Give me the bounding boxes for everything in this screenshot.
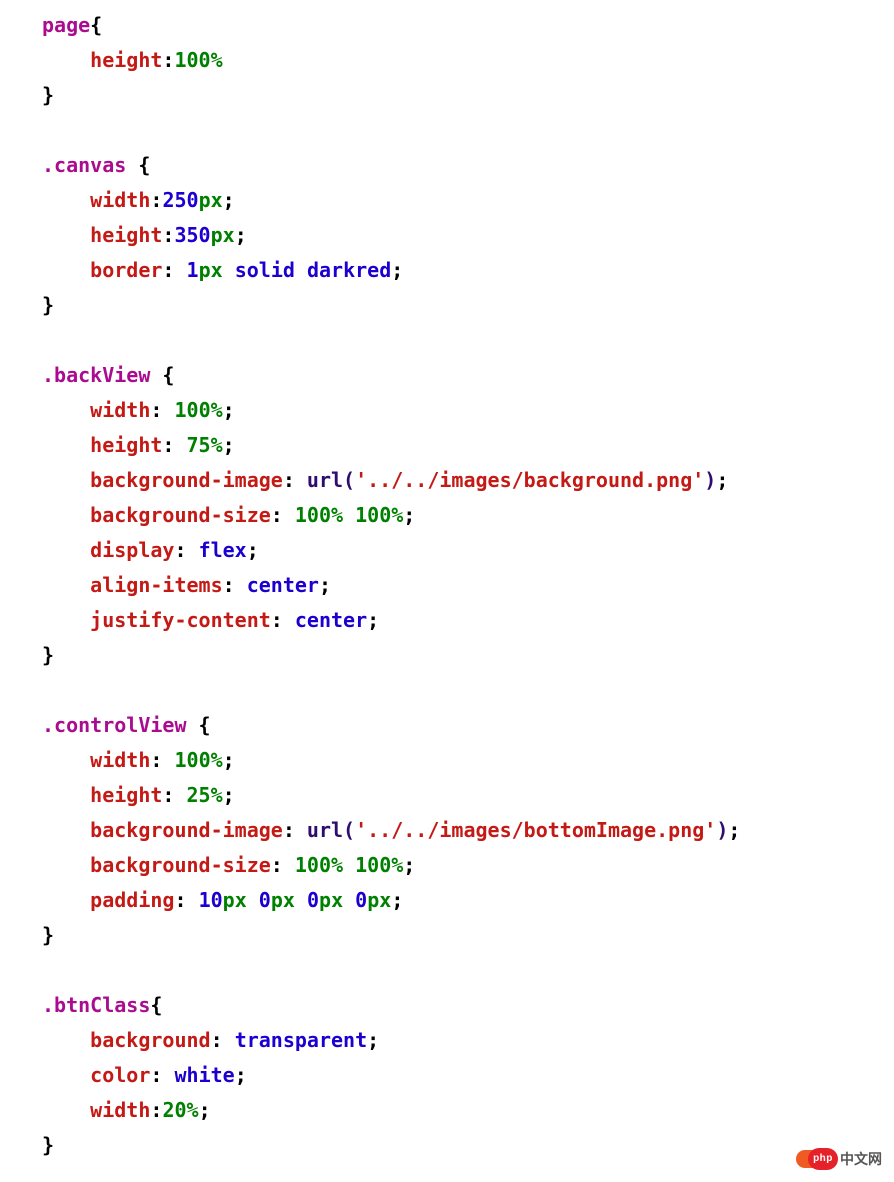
code-line: } — [42, 923, 54, 947]
code-line: color: white; — [42, 1063, 247, 1087]
code-line: background: transparent; — [42, 1028, 379, 1052]
watermark: php 中文网 — [796, 1148, 882, 1170]
code-line: height:100% — [42, 48, 223, 72]
code-line: } — [42, 1133, 54, 1157]
css-property: display — [90, 538, 174, 562]
code-line: width: 100%; — [42, 748, 235, 772]
code-line: .canvas { — [42, 153, 150, 177]
css-property: background-image — [90, 468, 283, 492]
code-line: display: flex; — [42, 538, 259, 562]
code-line: .controlView { — [42, 713, 211, 737]
selector: page — [42, 13, 90, 37]
css-property: background-image — [90, 818, 283, 842]
code-line: height: 75%; — [42, 433, 235, 457]
selector: .controlView — [42, 713, 187, 737]
code-line: background-image: url('../../images/back… — [42, 468, 728, 492]
code-line: width:250px; — [42, 188, 235, 212]
css-property: background — [90, 1028, 210, 1052]
watermark-badge: php — [796, 1148, 838, 1170]
css-property: height — [90, 783, 162, 807]
css-property: height — [90, 433, 162, 457]
css-property: align-items — [90, 573, 222, 597]
code-line: justify-content: center; — [42, 608, 379, 632]
code-line: .backView { — [42, 363, 174, 387]
code-line: page{ — [42, 13, 102, 37]
code-line: .btnClass{ — [42, 993, 162, 1017]
code-line: width: 100%; — [42, 398, 235, 422]
css-property: background-size — [90, 853, 271, 877]
css-property: width — [90, 188, 150, 212]
code-line: width:20%; — [42, 1098, 211, 1122]
css-property: background-size — [90, 503, 271, 527]
code-line: background-size: 100% 100%; — [42, 503, 415, 527]
watermark-text: 中文网 — [840, 1152, 882, 1166]
css-property: justify-content — [90, 608, 271, 632]
code-line: } — [42, 643, 54, 667]
code-block: page{ height:100% } .canvas { width:250p… — [0, 8, 894, 1163]
selector: .btnClass — [42, 993, 150, 1017]
code-line: } — [42, 83, 54, 107]
css-property: border — [90, 258, 162, 282]
code-line: background-size: 100% 100%; — [42, 853, 415, 877]
code-line: align-items: center; — [42, 573, 331, 597]
css-property: padding — [90, 888, 174, 912]
css-property: width — [90, 748, 150, 772]
css-property: height — [90, 48, 162, 72]
blank-line — [42, 118, 54, 142]
selector: .canvas — [42, 153, 126, 177]
blank-line — [42, 958, 54, 982]
code-line: background-image: url('../../images/bott… — [42, 818, 740, 842]
selector: .backView — [42, 363, 150, 387]
css-property: width — [90, 398, 150, 422]
code-line: border: 1px solid darkred; — [42, 258, 403, 282]
code-line: height: 25%; — [42, 783, 235, 807]
code-line: height:350px; — [42, 223, 247, 247]
css-property: height — [90, 223, 162, 247]
blank-line — [42, 678, 54, 702]
css-property: width — [90, 1098, 150, 1122]
code-line: padding: 10px 0px 0px 0px; — [42, 888, 403, 912]
blank-line — [42, 328, 54, 352]
css-property: color — [90, 1063, 150, 1087]
watermark-badge-text: php — [808, 1148, 838, 1170]
code-line: } — [42, 293, 54, 317]
